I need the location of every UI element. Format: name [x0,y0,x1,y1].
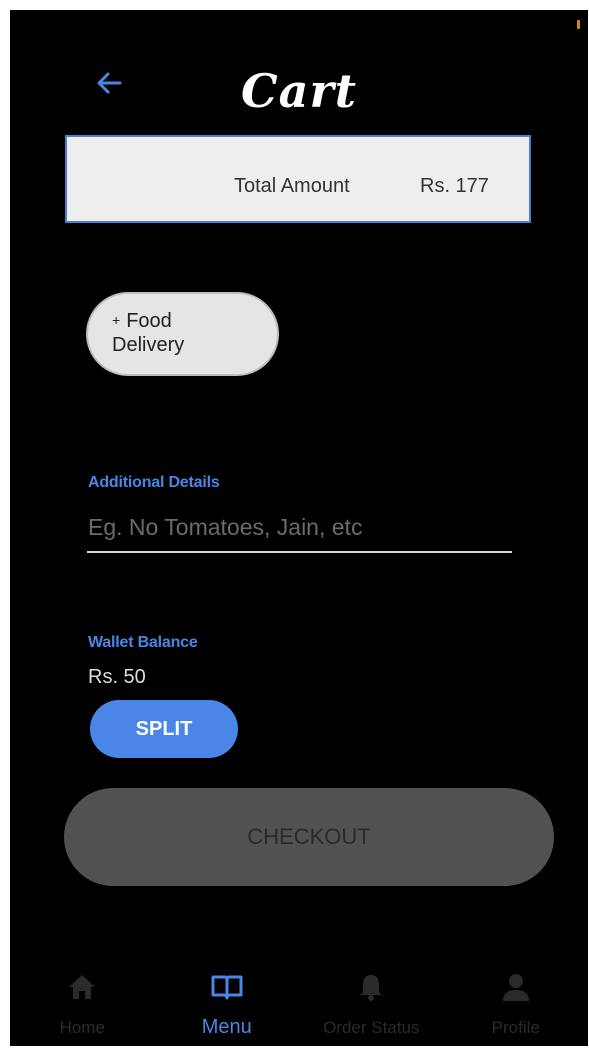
total-amount-value: Rs. 177 [420,175,489,197]
additional-details-input[interactable] [87,503,512,553]
home-icon [69,975,96,999]
chip-label-line2: Delivery [112,334,185,356]
person-icon [502,974,529,1001]
bottom-navigation: Home Menu Order Status Profile [10,950,588,1046]
nav-label-menu: Menu [201,1016,252,1038]
food-delivery-chip[interactable]: + Food Delivery [86,292,279,376]
total-amount-card: Total Amount Rs. 177 [65,135,531,223]
wallet-balance-label: Wallet Balance [88,634,198,651]
page-title: Cart [241,64,357,118]
nav-item-profile[interactable]: Profile [444,950,589,1046]
cart-screen: Cart Total Amount Rs. 177 + Food Delivery… [10,10,588,1046]
total-amount-label: Total Amount [234,175,350,197]
book-icon [211,975,243,1000]
nav-item-order-status[interactable]: Order Status [299,950,444,1046]
nav-label-home: Home [59,1018,105,1037]
split-button[interactable]: SPLIT [90,700,238,758]
nav-item-menu[interactable]: Menu [155,950,300,1046]
plus-icon: + [112,312,121,328]
nav-label-profile: Profile [491,1018,540,1037]
chip-label-line1: Food [126,310,172,332]
bell-icon [360,975,383,1001]
status-indicator [577,20,580,29]
nav-item-home[interactable]: Home [10,950,155,1046]
additional-details-label: Additional Details [88,474,220,491]
checkout-button[interactable]: CHECKOUT [64,788,554,886]
nav-label-order-status: Order Status [323,1018,420,1037]
wallet-balance-value: Rs. 50 [88,666,146,688]
